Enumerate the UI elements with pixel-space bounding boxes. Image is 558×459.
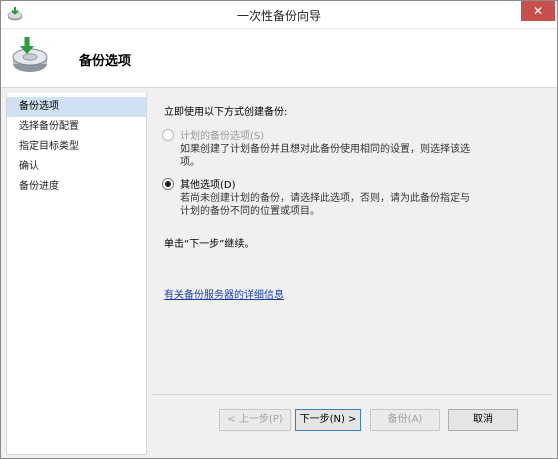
other-options-radio[interactable] — [162, 177, 174, 190]
page-title: 备份选项 — [79, 54, 132, 69]
backup-drive-icon — [12, 37, 48, 72]
scheduled-backup-radio[interactable] — [162, 128, 174, 141]
wizard-content: 立即使用以下方式创建备份: 计划的备份选项(S) 如果创建了计划备份并且想对此备… — [152, 93, 552, 393]
other-options-label: 其他选项(D) — [180, 180, 236, 191]
cancel-button[interactable]: 取消 — [448, 409, 518, 431]
scheduled-backup-option[interactable]: 计划的备份选项(S) — [162, 127, 264, 142]
nav-item-confirmation[interactable]: 确认 — [7, 157, 146, 177]
window-title: 一次性备份向导 — [236, 9, 321, 23]
wizard-window: 一次性备份向导 ✕ 备份选项 备份选项 选择备份配置 指定目标类型 确认 备份进… — [0, 0, 558, 459]
other-options-option[interactable]: 其他选项(D) — [162, 176, 236, 191]
instruction-text: 立即使用以下方式创建备份: — [164, 107, 288, 118]
backup-button[interactable]: 备份(A) — [370, 409, 440, 431]
nav-item-backup-progress[interactable]: 备份进度 — [7, 177, 146, 197]
nav-item-specify-destination-type[interactable]: 指定目标类型 — [7, 137, 146, 157]
scheduled-backup-label: 计划的备份选项(S) — [180, 131, 265, 142]
more-info-link[interactable]: 有关备份服务器的详细信息 — [164, 286, 284, 301]
title-bar: 一次性备份向导 ✕ — [1, 1, 557, 29]
wizard-header: 备份选项 — [1, 29, 557, 88]
footer-divider — [151, 394, 552, 395]
nav-item-select-backup-config[interactable]: 选择备份配置 — [7, 117, 146, 137]
next-button[interactable]: 下一步(N) > — [295, 409, 361, 431]
wizard-steps-nav: 备份选项 选择备份配置 指定目标类型 确认 备份进度 — [6, 93, 147, 455]
close-button[interactable]: ✕ — [521, 1, 555, 21]
previous-button[interactable]: < 上一步(P) — [219, 409, 291, 431]
continue-note: 单击“下一步”继续。 — [164, 239, 255, 250]
scheduled-backup-description: 如果创建了计划备份并且想对此备份使用相同的设置，则选择该选项。 — [180, 144, 470, 168]
other-options-description: 若尚未创建计划的备份，请选择此选项，否则，请为此备份指定与计划的备份不同的位置或… — [180, 193, 470, 217]
nav-item-backup-options[interactable]: 备份选项 — [7, 97, 146, 117]
